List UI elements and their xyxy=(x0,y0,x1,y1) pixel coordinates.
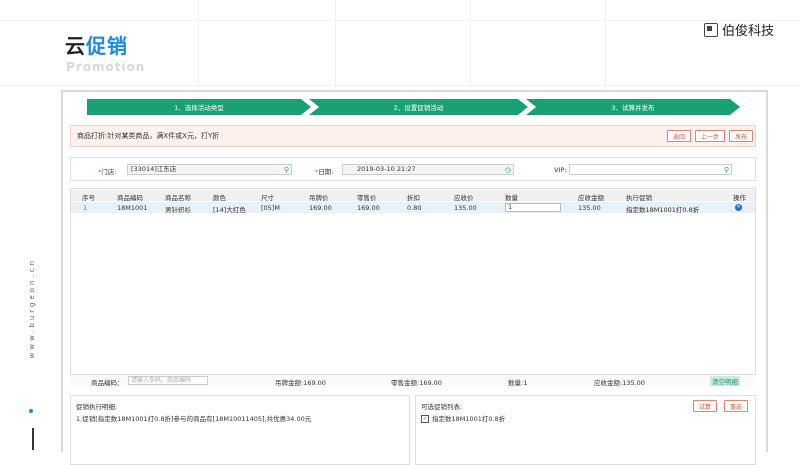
row-receivable-price: 135.00 xyxy=(454,204,477,212)
col-tag-price: 吊牌价 xyxy=(309,194,329,202)
search-icon[interactable]: ⚲ xyxy=(284,166,289,175)
prev-step-button[interactable]: 上一步 xyxy=(695,130,725,142)
reselect-button[interactable]: 重选 xyxy=(724,400,748,412)
col-action: 操作 xyxy=(733,194,746,202)
col-promotion: 执行促销 xyxy=(626,194,652,202)
tag-total: 吊牌金额:169.00 xyxy=(275,379,326,387)
clear-details-button[interactable]: 清空明细 xyxy=(710,376,740,386)
brand-title-part2: 促销 xyxy=(86,34,128,58)
table-row[interactable]: 1 18M1001 男针织衫 [14]大红色 [05]M 169.00 169.… xyxy=(71,202,755,214)
promo-item[interactable]: ✓ 指定数18M1001打0.8折 xyxy=(421,413,505,423)
promotion-notice: 商品打折:针对某类商品，满X件或X元，打Y折 返回 上一步 发布 xyxy=(70,125,756,147)
promo-list-title: 可选促销列表: xyxy=(421,403,463,411)
vertical-url: www.burgeon.cn xyxy=(28,258,36,359)
col-size: 尺寸 xyxy=(261,194,274,202)
row-promotion: 指定数18M1001打0.8折 xyxy=(626,206,700,214)
row-no: 1 xyxy=(83,204,88,212)
company-logo: 伯俊科技 xyxy=(703,20,774,39)
col-no: 序号 xyxy=(82,194,95,202)
row-code: 18M1001 xyxy=(117,204,148,212)
store-label: *门店: xyxy=(98,168,117,176)
col-code: 商品编码 xyxy=(117,194,143,202)
col-amount: 应收金额 xyxy=(578,194,604,202)
row-discount: 0.80 xyxy=(407,204,422,212)
col-name: 商品名称 xyxy=(165,194,191,202)
publish-button[interactable]: 发布 xyxy=(729,130,753,142)
summary-bar: 商品编码： 请输入条码，商品编码 吊牌金额:169.00 零售金额:169.00… xyxy=(70,374,756,387)
brand-subtitle: Promotion xyxy=(66,60,146,74)
delete-icon[interactable]: ✕ xyxy=(735,204,742,211)
detail-line: 1.促销[指定数18M1001打0.8折]参与的商品有[18M10011405]… xyxy=(76,415,312,423)
brand-title: 云促销 xyxy=(65,30,128,59)
filter-bar: *门店: [33014]江东店 ⚲ *日期: 2019-03-10 21:27 ◷ … xyxy=(70,157,756,181)
decorative-bar xyxy=(32,428,34,450)
search-icon[interactable]: ⚲ xyxy=(724,166,729,175)
receivable-total: 应收金额:135.00 xyxy=(594,379,645,387)
vip-label: VIP: xyxy=(554,166,567,174)
store-field[interactable]: [33014]江东店 ⚲ xyxy=(127,164,292,175)
retail-total: 零售金额:169.00 xyxy=(391,379,442,387)
promotion-list-panel: 可选促销列表: ✓ 指定数18M1001打0.8折 试算 重选 xyxy=(415,395,756,465)
code-label: 商品编码： xyxy=(91,379,124,387)
detail-title: 促销执行明细: xyxy=(76,403,118,411)
company-name: 伯俊科技 xyxy=(721,24,774,39)
quantity-input[interactable]: 1 xyxy=(505,203,561,212)
row-tag-price: 169.00 xyxy=(309,204,332,212)
product-table: 序号 商品编码 商品名称 颜色 尺寸 吊牌价 零售价 折扣 应收价 数量 应收金… xyxy=(70,188,756,386)
row-name: 男针织衫 xyxy=(165,206,191,214)
qty-total: 数量:1 xyxy=(508,379,528,387)
promotion-detail-panel: 促销执行明细: 1.促销[指定数18M1001打0.8折]参与的商品有[18M1… xyxy=(70,395,410,465)
row-color: [14]大红色 xyxy=(213,206,246,214)
row-amount: 135.00 xyxy=(578,204,601,212)
calc-button[interactable]: 试算 xyxy=(693,400,717,412)
col-retail-price: 零售价 xyxy=(357,194,377,202)
step-calc-publish[interactable]: 3、试算并发布 xyxy=(526,99,740,115)
row-retail-price: 169.00 xyxy=(357,204,380,212)
date-field[interactable]: 2019-03-10 21:27 ◷ xyxy=(342,164,514,175)
col-color: 颜色 xyxy=(213,194,226,202)
date-label: *日期: xyxy=(315,168,334,176)
decorative-dot xyxy=(29,409,33,413)
step-select-type[interactable]: 1、选择活动类型 xyxy=(87,99,311,115)
brand-title-part1: 云 xyxy=(65,34,86,58)
wizard-steps: 1、选择活动类型 2、设置促销活动 3、试算并发布 xyxy=(87,99,740,115)
row-size: [05]M xyxy=(261,204,280,212)
promotion-app-window: 1、选择活动类型 2、设置促销活动 3、试算并发布 商品打折:针对某类商品，满X… xyxy=(61,90,768,465)
product-code-input[interactable]: 请输入条码，商品编码 xyxy=(128,376,208,385)
clock-icon[interactable]: ◷ xyxy=(505,166,511,175)
col-qty: 数量 xyxy=(505,194,518,202)
vip-field[interactable]: ⚲ xyxy=(569,164,732,175)
col-discount: 折扣 xyxy=(407,194,420,202)
col-receivable-price: 应收价 xyxy=(454,194,474,202)
back-button[interactable]: 返回 xyxy=(667,130,691,142)
checkbox-checked-icon[interactable]: ✓ xyxy=(421,415,429,423)
step-set-promotion[interactable]: 2、设置促销活动 xyxy=(309,99,528,115)
table-header: 序号 商品编码 商品名称 颜色 尺寸 吊牌价 零售价 折扣 应收价 数量 应收金… xyxy=(71,190,755,202)
notice-text: 商品打折:针对某类商品，满X件或X元，打Y折 xyxy=(77,132,220,140)
company-logo-icon xyxy=(703,22,718,37)
